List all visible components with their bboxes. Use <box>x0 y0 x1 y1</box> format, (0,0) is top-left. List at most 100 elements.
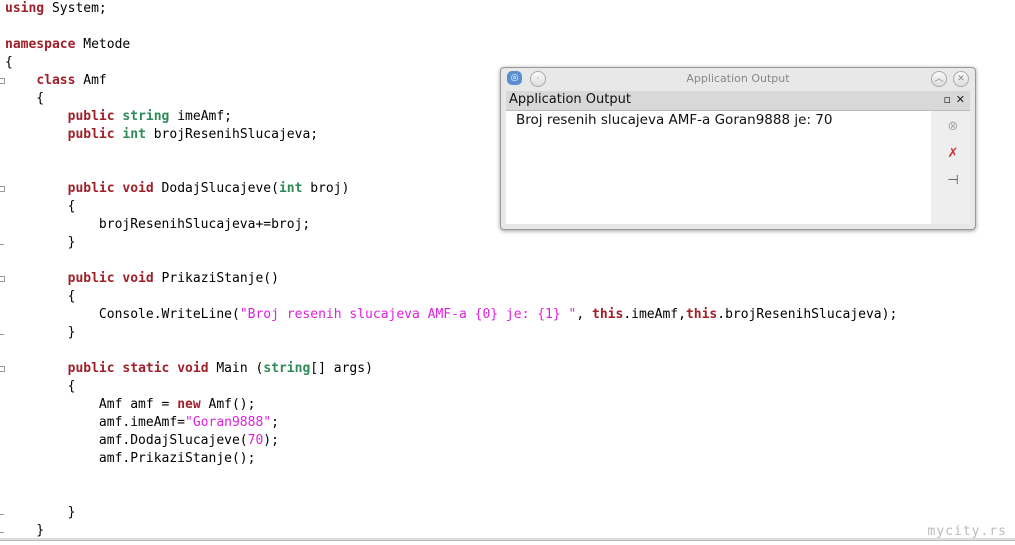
code-line[interactable]: { <box>5 288 76 306</box>
keyword: public <box>67 181 115 196</box>
code-line[interactable]: { <box>5 378 76 396</box>
pin-icon[interactable]: ⊣ <box>945 173 961 189</box>
type-keyword: string <box>263 361 311 376</box>
code-text: System; <box>44 1 107 16</box>
code-line[interactable]: { <box>5 54 13 72</box>
code-line[interactable]: public void PrikaziStanje() <box>5 270 279 288</box>
fold-toggle-icon[interactable] <box>0 276 5 282</box>
code-line[interactable]: using System; <box>5 0 107 18</box>
keyword: this <box>685 307 718 322</box>
code-text: } <box>5 505 76 520</box>
close-window-button[interactable]: ✕ <box>953 71 969 87</box>
type-keyword: string <box>122 109 170 124</box>
code-text: { <box>5 199 76 214</box>
code-text: broj) <box>302 181 350 196</box>
code-line[interactable]: public static void Main (string[] args) <box>5 360 373 378</box>
fold-end-marker <box>0 244 4 245</box>
code-text: Main ( <box>208 361 264 376</box>
keyword: public <box>67 361 115 376</box>
code-line[interactable]: } <box>5 504 76 522</box>
code-text: Console.WriteLine( <box>5 307 240 322</box>
code-text: } <box>5 523 45 538</box>
keyword: new <box>177 397 201 412</box>
code-line[interactable]: } <box>5 324 76 342</box>
code-text: brojResenihSlucajeva; <box>145 127 319 142</box>
code-text: PrikaziStanje() <box>153 271 279 286</box>
code-line[interactable]: amf.DodajSlucajeve(70); <box>5 432 279 450</box>
window-titlebar[interactable]: ◎ · Application Output ︿ ✕ <box>501 68 975 89</box>
panel-float-button[interactable]: ▫ <box>944 93 951 106</box>
code-line[interactable]: { <box>5 198 76 216</box>
code-text: { <box>5 91 45 106</box>
string-literal: "Broj resenih slucajeva AMF-a {0} je: {1… <box>239 307 577 322</box>
code-text: .imeAmf, <box>623 307 686 322</box>
code-text: Amf amf = <box>5 397 178 412</box>
code-text: { <box>5 55 13 70</box>
code-text: ; <box>271 415 279 430</box>
keyword: class <box>36 73 76 88</box>
code-line[interactable]: Console.WriteLine("Broj resenih slucajev… <box>5 306 897 324</box>
keyword: namespace <box>5 37 76 52</box>
code-line[interactable]: namespace Metode <box>5 36 130 54</box>
code-text: imeAmf; <box>169 109 233 124</box>
code-line[interactable]: public void DodajSlucajeve(int broj) <box>5 180 350 198</box>
code-text: amf.PrikaziStanje(); <box>5 451 256 466</box>
code-text: { <box>5 289 76 304</box>
window-title: Application Output <box>686 72 790 85</box>
keyword: public <box>67 127 115 142</box>
stop-icon[interactable]: ⊗ <box>945 119 961 135</box>
code-line[interactable]: public int brojResenihSlucajeva; <box>5 126 318 144</box>
code-text: Amf <box>75 73 107 88</box>
type-keyword: int <box>278 181 303 196</box>
string-literal: "Goran9888" <box>185 415 272 430</box>
output-toolbar: ⊗ ✗ ⊣ <box>931 111 970 224</box>
code-text: , <box>576 307 593 322</box>
fold-toggle-icon[interactable] <box>0 78 5 84</box>
keyword: static <box>122 361 170 376</box>
code-text: } <box>5 235 76 250</box>
output-text: Broj resenih slucajeva AMF-a Goran9888 j… <box>516 112 833 128</box>
application-output-window: ◎ · Application Output ︿ ✕ Application O… <box>500 67 976 230</box>
watermark: mycity.rs <box>927 524 1007 539</box>
code-text: amf.imeAmf= <box>5 415 186 430</box>
code-text: Metode <box>75 37 131 52</box>
code-line[interactable]: amf.imeAmf="Goran9888"; <box>5 414 279 432</box>
maximize-button[interactable]: ︿ <box>931 71 947 87</box>
fold-toggle-icon[interactable] <box>0 366 5 372</box>
code-text: { <box>5 379 76 394</box>
code-text: DodajSlucajeve( <box>153 181 279 196</box>
code-line[interactable]: class Amf <box>5 72 107 90</box>
code-text: Amf(); <box>200 397 256 412</box>
code-line[interactable]: brojResenihSlucajeva+=broj; <box>5 216 310 234</box>
code-line[interactable]: } <box>5 234 76 252</box>
code-text: ); <box>263 433 279 448</box>
panel-title: Application Output <box>509 92 631 107</box>
keyword: void <box>177 361 209 376</box>
output-area[interactable]: Broj resenih slucajeva AMF-a Goran9888 j… <box>506 111 931 224</box>
keyword: public <box>67 271 115 286</box>
panel-close-button[interactable]: ✕ <box>956 93 965 106</box>
code-text: } <box>5 325 76 340</box>
code-line[interactable]: Amf amf = new Amf(); <box>5 396 256 414</box>
code-text: [] args) <box>310 361 373 376</box>
fold-end-marker <box>0 514 4 515</box>
keyword: using <box>5 1 45 16</box>
code-line[interactable]: public string imeAmf; <box>5 108 232 126</box>
number-literal: 70 <box>247 433 264 448</box>
code-text: .brojResenihSlucajeva); <box>717 307 898 322</box>
fold-end-marker <box>0 334 4 335</box>
fold-toggle-icon[interactable] <box>0 186 5 192</box>
panel-header: Application Output ▫ ✕ <box>506 91 970 111</box>
code-line[interactable]: { <box>5 90 44 108</box>
editor-bottom-border <box>0 538 1015 541</box>
code-line[interactable]: amf.PrikaziStanje(); <box>5 450 256 468</box>
keyword: this <box>592 307 624 322</box>
clear-output-icon[interactable]: ✗ <box>945 146 961 162</box>
keyword: void <box>122 181 154 196</box>
